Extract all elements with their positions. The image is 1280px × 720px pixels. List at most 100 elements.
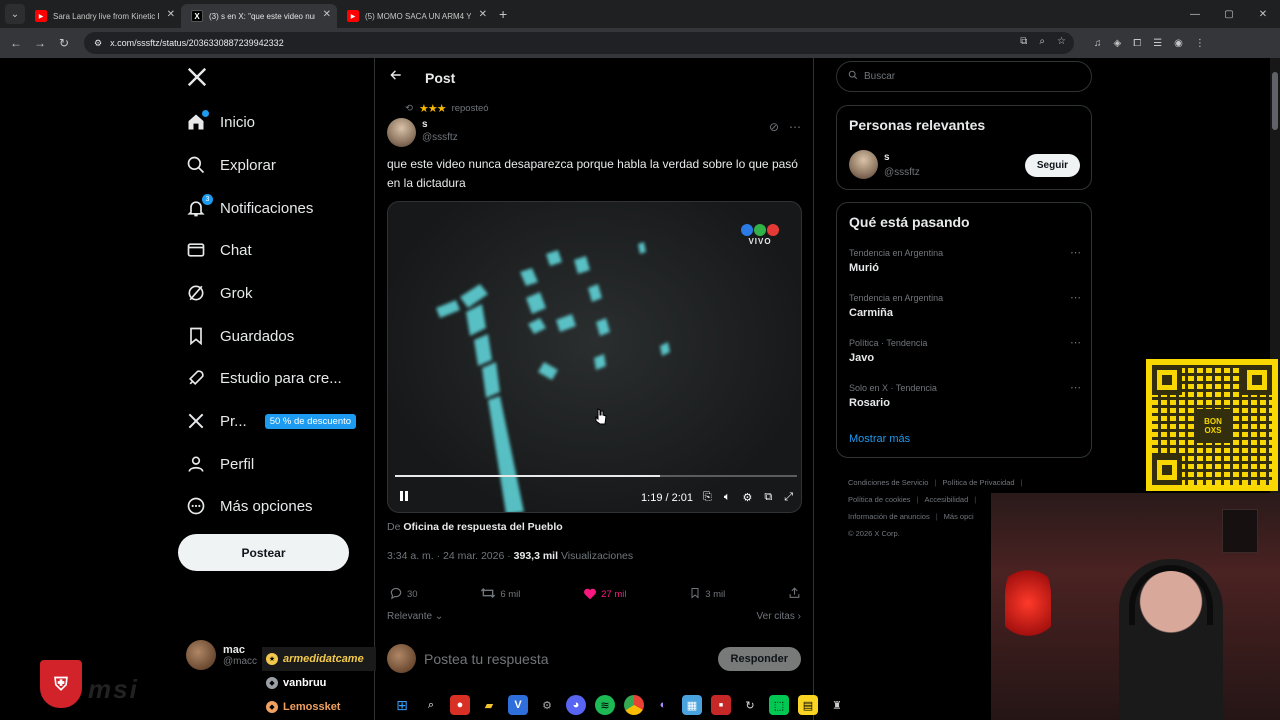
address-bar[interactable]: ⚙ x.com/sssftz/status/203633088723994233… [84, 32, 1074, 54]
relevant-person[interactable]: s @sssftz [849, 150, 920, 179]
show-more-link[interactable]: Mostrar más [849, 433, 910, 445]
nav-item-grok[interactable]: Grok [186, 283, 253, 303]
back-arrow-icon[interactable]: ← [4, 36, 28, 50]
bookmark-star-icon[interactable]: ☆ [1057, 36, 1066, 47]
pip-icon[interactable]: ⧉ [764, 491, 772, 504]
avatar[interactable] [849, 150, 878, 179]
nav-item-perfil[interactable]: Perfil [186, 454, 254, 474]
v-app-icon[interactable]: V [508, 695, 528, 715]
app-icon[interactable]: ● [450, 695, 470, 715]
author-handle[interactable]: @sssftz [422, 132, 458, 143]
settings-icon[interactable]: ⚙ [537, 695, 557, 715]
pause-icon[interactable] [398, 490, 410, 505]
photos-icon[interactable]: ▦ [682, 695, 702, 715]
trend-item[interactable]: Tendencia en Argentina Carmiña ⋯ [849, 291, 1081, 319]
nav-item-premium[interactable]: Pr... 50 % de descuento [186, 411, 357, 431]
folder-icon[interactable]: ▰ [479, 695, 499, 715]
app-icon[interactable]: ■ [711, 695, 731, 715]
nav-item-estudio[interactable]: Estudio para cre... [186, 368, 342, 388]
follow-button[interactable]: Seguir [1024, 154, 1080, 177]
more-options-icon[interactable]: ⋯ [789, 120, 801, 134]
search-input[interactable]: Buscar [836, 61, 1092, 92]
footer-link[interactable]: Política de cookies [848, 495, 911, 504]
media-icon[interactable]: ♫ [1094, 38, 1102, 49]
nav-item-mas-opciones[interactable]: Más opciones [186, 496, 313, 516]
x-logo-icon[interactable] [186, 66, 208, 93]
trend-item[interactable]: Tendencia en Argentina Murió ⋯ [849, 246, 1081, 274]
nav-item-inicio[interactable]: Inicio [186, 110, 255, 132]
sidebar-icon[interactable]: ☰ [1153, 38, 1162, 49]
browser-icon[interactable]: ◐ [653, 695, 673, 715]
repost-button[interactable]: 6 mil [480, 586, 520, 603]
tab-search-button[interactable]: ⌄ [5, 4, 25, 24]
tab-0[interactable]: ▶ Sara Landry live from Kinetic Fi ✕ [25, 4, 181, 28]
settings-icon[interactable]: ⚙ [742, 491, 752, 504]
zoom-icon[interactable]: ⌕ [1039, 36, 1045, 47]
volume-icon[interactable]: 🔈︎ [724, 491, 731, 504]
forward-arrow-icon[interactable]: → [28, 36, 52, 50]
sort-dropdown[interactable]: Relevante ⌄ [387, 611, 443, 622]
close-window-icon[interactable]: ✕ [1246, 0, 1280, 28]
minimize-icon[interactable]: — [1178, 0, 1212, 28]
reload-icon[interactable]: ↻ [52, 36, 76, 50]
close-tab-icon[interactable]: ✕ [323, 9, 331, 20]
reply-submit-button[interactable]: Responder [717, 646, 801, 671]
maximize-icon[interactable]: ▢ [1212, 0, 1246, 28]
reply-input[interactable]: Postea tu respuesta [424, 651, 710, 667]
site-info-icon[interactable]: ⚙ [94, 38, 102, 49]
tab-1[interactable]: X (3) s en X: "que este video nunc ✕ [181, 4, 337, 28]
nav-item-notificaciones[interactable]: 3 Notificaciones [186, 194, 313, 218]
avatar[interactable] [387, 118, 416, 147]
author-name[interactable]: s [422, 119, 458, 130]
view-quotes-link[interactable]: Ver citas › [757, 611, 801, 622]
install-app-icon[interactable]: ⧉ [1020, 36, 1027, 47]
search-icon[interactable]: ⌕ [421, 695, 441, 715]
profile-icon[interactable]: ◉ [1174, 38, 1183, 49]
trend-item[interactable]: Política · Tendencia Javo ⋯ [849, 336, 1081, 364]
footer-link[interactable]: Política de Privacidad [942, 478, 1014, 487]
nav-item-explorar[interactable]: Explorar [186, 155, 276, 175]
video-progress-bar[interactable] [395, 475, 797, 477]
app-icon[interactable]: ↻ [740, 695, 760, 715]
grok-icon[interactable]: ⊘ [769, 120, 779, 134]
post-timestamp[interactable]: 3:34 a. m. · 24 mar. 2026 · [387, 550, 511, 562]
extension-icon[interactable]: ◈ [1114, 38, 1122, 49]
app-icon[interactable]: ⬚ [769, 695, 789, 715]
new-tab-button[interactable]: + [499, 6, 507, 22]
spotify-icon[interactable]: ≋ [595, 695, 615, 715]
footer-link[interactable]: Más opci [944, 512, 974, 521]
tab-2[interactable]: ▶ (5) MOMO SACA UN ARM4 Y D ✕ [337, 4, 493, 28]
account-switcher[interactable]: mac @macc [186, 640, 257, 670]
share-button[interactable] [788, 586, 801, 603]
post-author[interactable]: s @sssftz [387, 118, 458, 147]
reply-button[interactable]: 30 [389, 586, 418, 603]
nav-item-guardados[interactable]: Guardados [186, 326, 294, 346]
windows-start-icon[interactable]: ⊞ [392, 695, 412, 715]
close-tab-icon[interactable]: ✕ [479, 9, 487, 20]
like-button[interactable]: 27 mil [583, 586, 626, 603]
trend-item[interactable]: Solo en X · Tendencia Rosario ⋯ [849, 381, 1081, 409]
scrollbar-thumb[interactable] [1272, 72, 1278, 130]
source-name[interactable]: Oficina de respuesta del Pueblo [403, 521, 562, 533]
back-arrow-icon[interactable] [389, 68, 403, 87]
puzzle-icon[interactable]: ⧠ [1133, 38, 1141, 49]
discord-icon[interactable]: ◕ [566, 695, 586, 715]
nav-item-chat[interactable]: Chat [186, 240, 252, 260]
more-options-icon[interactable]: ⋯ [1070, 336, 1081, 349]
close-tab-icon[interactable]: ✕ [167, 9, 175, 20]
post-button[interactable]: Postear [178, 534, 349, 571]
fullscreen-icon[interactable]: ⤢ [784, 491, 793, 504]
more-options-icon[interactable]: ⋯ [1070, 381, 1081, 394]
footer-link[interactable]: Accesibilidad [925, 495, 969, 504]
menu-icon[interactable]: ⋮ [1195, 38, 1205, 49]
footer-link[interactable]: Información de anuncios [848, 512, 930, 521]
video-player[interactable]: VIVO 1:19 / 2:01 ⎘ 🔈︎ ⚙ ⧉ ⤢ [387, 201, 802, 513]
footer-link[interactable]: Condiciones de Servicio [848, 478, 928, 487]
more-options-icon[interactable]: ⋯ [1070, 246, 1081, 259]
app-icon[interactable]: ♜ [827, 695, 847, 715]
chrome-icon[interactable] [624, 695, 644, 715]
notes-icon[interactable]: ▤ [798, 695, 818, 715]
bookmark-button[interactable]: 3 mil [689, 586, 725, 603]
captions-icon[interactable]: ⎘ [703, 491, 712, 504]
more-options-icon[interactable]: ⋯ [1070, 291, 1081, 304]
